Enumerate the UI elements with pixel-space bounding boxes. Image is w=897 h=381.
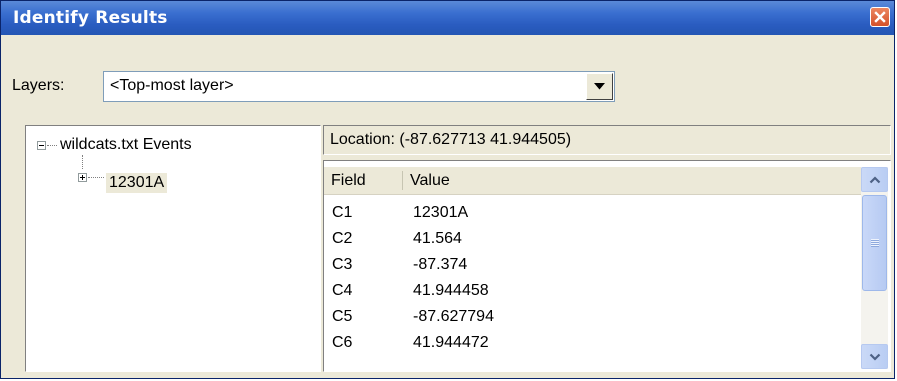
value-cell: 41.564: [413, 230, 462, 247]
close-button[interactable]: [870, 7, 890, 27]
value-cell: -87.374: [413, 256, 468, 273]
field-cell: C6: [332, 334, 353, 351]
table-row[interactable]: C5 -87.627794: [324, 304, 862, 330]
scroll-up-button[interactable]: [861, 167, 888, 192]
value-cell: 41.944458: [413, 282, 489, 299]
title-bar[interactable]: Identify Results: [1, 1, 894, 35]
field-cell: C3: [332, 256, 353, 273]
close-icon: [874, 11, 886, 23]
tree-connector: [82, 155, 83, 169]
tree-root-item[interactable]: wildcats.txt Events: [60, 136, 192, 154]
field-cell: C1: [332, 204, 353, 221]
table-header: Field Value: [324, 167, 862, 195]
column-header-value[interactable]: Value: [403, 167, 803, 194]
chevron-down-icon: [869, 353, 880, 361]
layers-label: Layers:: [12, 77, 65, 94]
field-cell: C5: [332, 308, 353, 325]
attributes-table[interactable]: Field Value C1 12301A C2 41.564 C3 -87.3…: [323, 160, 891, 372]
table-row[interactable]: C4 41.944458: [324, 278, 862, 304]
window-title: Identify Results: [13, 8, 168, 28]
table-row[interactable]: C1 12301A: [324, 200, 862, 226]
field-cell: C2: [332, 230, 353, 247]
location-text: Location: (-87.627713 41.944505): [330, 131, 572, 148]
expand-icon[interactable]: [78, 173, 87, 182]
chevron-down-icon: [594, 83, 605, 90]
layers-dropdown-button[interactable]: [586, 73, 613, 100]
column-header-field[interactable]: Field: [324, 167, 402, 194]
location-bar: Location: (-87.627713 41.944505): [323, 125, 891, 155]
field-cell: C4: [332, 282, 353, 299]
value-cell: -87.627794: [413, 308, 494, 325]
tree-connector: [88, 177, 104, 178]
chevron-up-icon: [869, 175, 880, 183]
vertical-scrollbar[interactable]: [861, 167, 888, 369]
layers-selected-value: <Top-most layer>: [110, 77, 234, 94]
results-tree[interactable]: wildcats.txt Events 12301A: [25, 125, 321, 372]
tree-child-item[interactable]: 12301A: [106, 173, 168, 193]
collapse-icon[interactable]: [37, 141, 46, 150]
grip-icon: [870, 239, 879, 247]
table-row[interactable]: C2 41.564: [324, 226, 862, 252]
table-row[interactable]: C6 41.944472: [324, 330, 862, 356]
layers-dropdown[interactable]: <Top-most layer>: [103, 71, 615, 102]
table-row[interactable]: C3 -87.374: [324, 252, 862, 278]
tree-connector: [47, 145, 57, 146]
value-cell: 12301A: [413, 204, 469, 221]
scroll-down-button[interactable]: [861, 344, 888, 369]
value-cell: 41.944472: [413, 334, 489, 351]
scroll-thumb[interactable]: [862, 195, 887, 291]
identify-results-window: Identify Results Layers: <Top-most layer…: [0, 0, 895, 379]
